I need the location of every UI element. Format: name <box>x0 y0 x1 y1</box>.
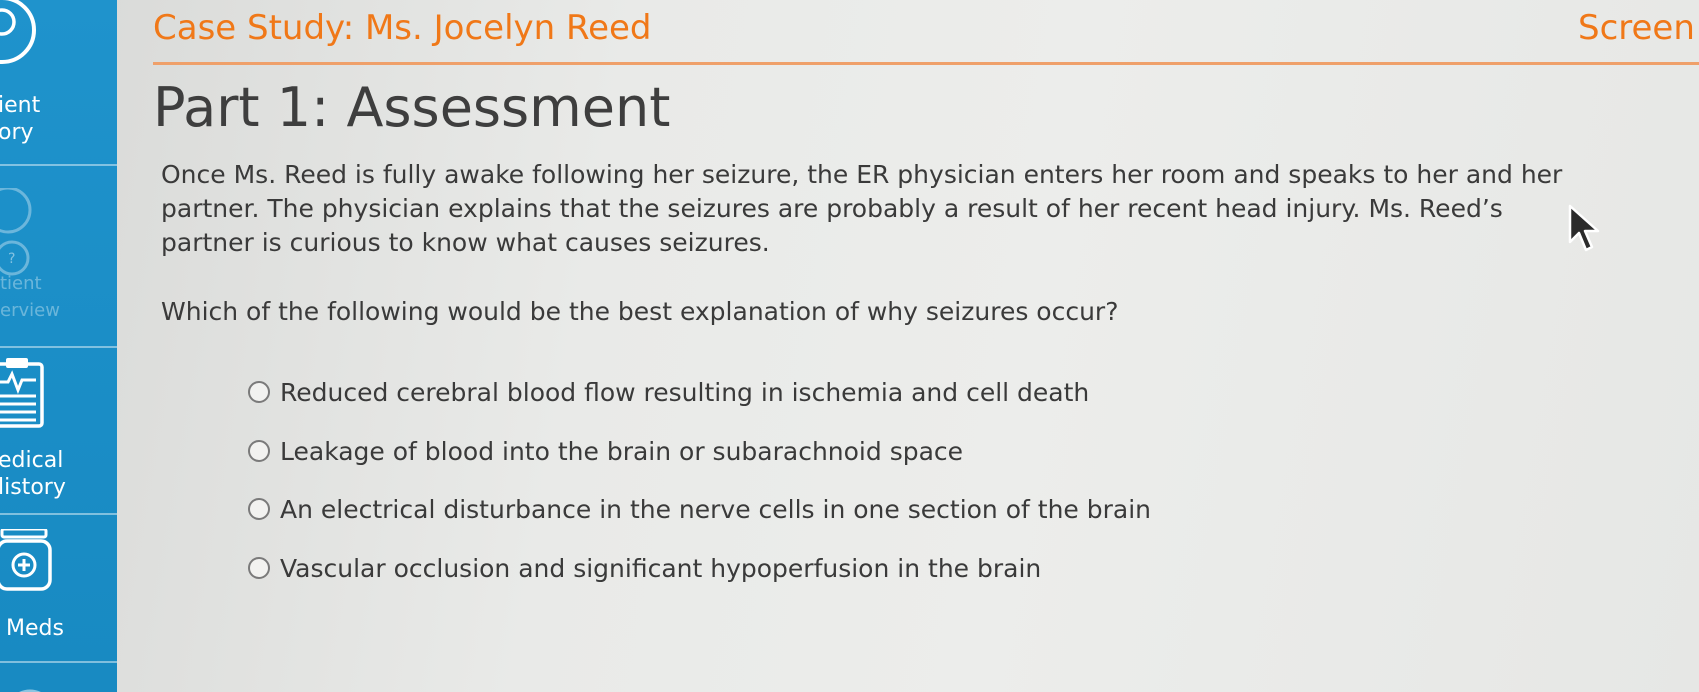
med-bottle-icon <box>0 529 52 591</box>
page-title: Part 1: Assessment <box>153 76 671 139</box>
answer-option[interactable]: An electrical disturbance in the nerve c… <box>248 491 1151 527</box>
radio-button[interactable] <box>248 440 270 462</box>
sidebar-divider <box>0 661 117 663</box>
answer-option-label: Leakage of blood into the brain or subar… <box>280 436 964 466</box>
mouse-pointer-icon <box>1568 204 1600 252</box>
header-divider <box>153 62 1699 65</box>
radio-button[interactable] <box>248 498 270 520</box>
sidebar-item-label: tient erview <box>0 273 60 321</box>
chat-question-icon: ? <box>0 188 32 276</box>
sidebar-item-label: ient ory <box>0 93 41 145</box>
answer-option-label: An electrical disturbance in the nerve c… <box>280 494 1151 524</box>
answer-option-label: Vascular occlusion and significant hypop… <box>280 553 1042 583</box>
radio-button[interactable] <box>248 381 270 403</box>
answer-option[interactable]: Reduced cerebral blood flow resulting in… <box>248 374 1089 410</box>
case-study-title: Case Study: Ms. Jocelyn Reed <box>153 8 652 48</box>
sidebar-item-label: Meds <box>6 616 64 641</box>
screen-link[interactable]: Screen <box>1578 8 1695 48</box>
question-text: Which of the following would be the best… <box>161 297 1119 326</box>
answer-option-label: Reduced cerebral blood flow resulting in… <box>280 377 1090 407</box>
sidebar-item-patient-history[interactable]: ient ory <box>0 0 117 165</box>
answer-option[interactable]: Leakage of blood into the brain or subar… <box>248 433 963 469</box>
sidebar-nav: ient ory ? tient erview edical listory M… <box>0 0 117 692</box>
sidebar-item-label: edical listory <box>0 448 66 500</box>
patient-icon <box>0 0 36 64</box>
sidebar-next-icon <box>19 689 41 692</box>
radio-button[interactable] <box>248 557 270 579</box>
clipboard-icon <box>0 358 44 428</box>
sidebar-item-patient-interview[interactable]: ? tient erview <box>0 166 117 340</box>
scenario-text: Once Ms. Reed is fully awake following h… <box>161 160 1563 257</box>
sidebar-item-medical-history[interactable]: edical listory <box>0 348 117 512</box>
svg-text:?: ? <box>8 251 15 267</box>
answer-option[interactable]: Vascular occlusion and significant hypop… <box>248 550 1041 586</box>
sidebar-item-meds[interactable]: Meds <box>0 515 117 662</box>
